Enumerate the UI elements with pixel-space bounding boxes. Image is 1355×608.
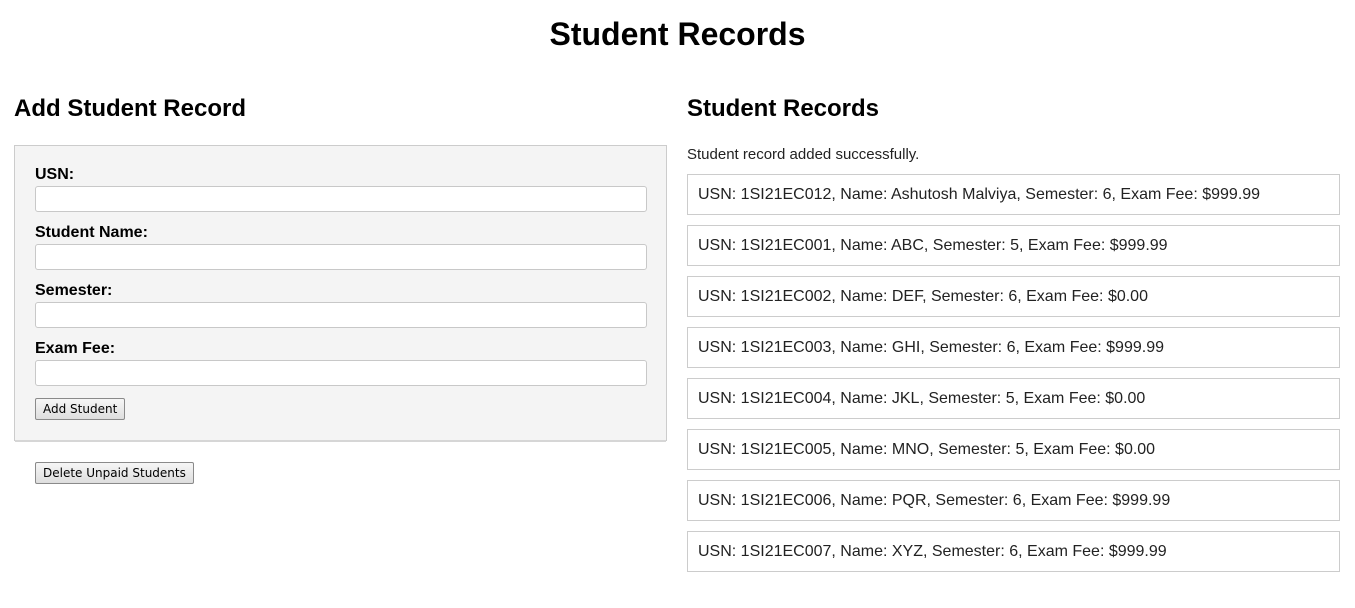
semester-label: Semester: bbox=[35, 282, 113, 299]
record-item: USN: 1SI21EC001, Name: ABC, Semester: 5,… bbox=[687, 225, 1340, 266]
record-item: USN: 1SI21EC004, Name: JKL, Semester: 5,… bbox=[687, 378, 1340, 419]
status-message: Student record added successfully. bbox=[687, 146, 920, 163]
usn-label: USN: bbox=[35, 166, 75, 183]
add-student-section: Add Student Record USN: Student Name: Se… bbox=[14, 94, 667, 484]
exam-fee-label: Exam Fee: bbox=[35, 340, 116, 357]
semester-input[interactable] bbox=[35, 302, 647, 328]
add-student-form: USN: Student Name: Semester: Exam Fee: A… bbox=[15, 146, 666, 440]
form-divider bbox=[15, 440, 666, 442]
usn-input[interactable] bbox=[35, 186, 647, 212]
student-records-section: Student Records Student record added suc… bbox=[687, 94, 1340, 572]
record-item: USN: 1SI21EC002, Name: DEF, Semester: 6,… bbox=[687, 276, 1340, 317]
exam-fee-input[interactable] bbox=[35, 360, 647, 386]
add-student-heading: Add Student Record bbox=[14, 95, 246, 122]
delete-unpaid-students-button[interactable]: Delete Unpaid Students bbox=[35, 462, 194, 484]
student-name-label: Student Name: bbox=[35, 224, 148, 241]
record-item: USN: 1SI21EC003, Name: GHI, Semester: 6,… bbox=[687, 327, 1340, 368]
record-item: USN: 1SI21EC005, Name: MNO, Semester: 5,… bbox=[687, 429, 1340, 470]
add-student-button[interactable]: Add Student bbox=[35, 398, 126, 420]
student-records-heading: Student Records bbox=[687, 95, 880, 122]
records-list: USN: 1SI21EC012, Name: Ashutosh Malviya,… bbox=[687, 174, 1340, 582]
record-item: USN: 1SI21EC007, Name: XYZ, Semester: 6,… bbox=[687, 531, 1340, 572]
student-name-input[interactable] bbox=[35, 244, 647, 270]
record-item: USN: 1SI21EC006, Name: PQR, Semester: 6,… bbox=[687, 480, 1340, 521]
record-item: USN: 1SI21EC012, Name: Ashutosh Malviya,… bbox=[687, 174, 1340, 215]
add-student-panel: USN: Student Name: Semester: Exam Fee: A… bbox=[14, 145, 667, 484]
page-title: Student Records bbox=[549, 16, 806, 52]
